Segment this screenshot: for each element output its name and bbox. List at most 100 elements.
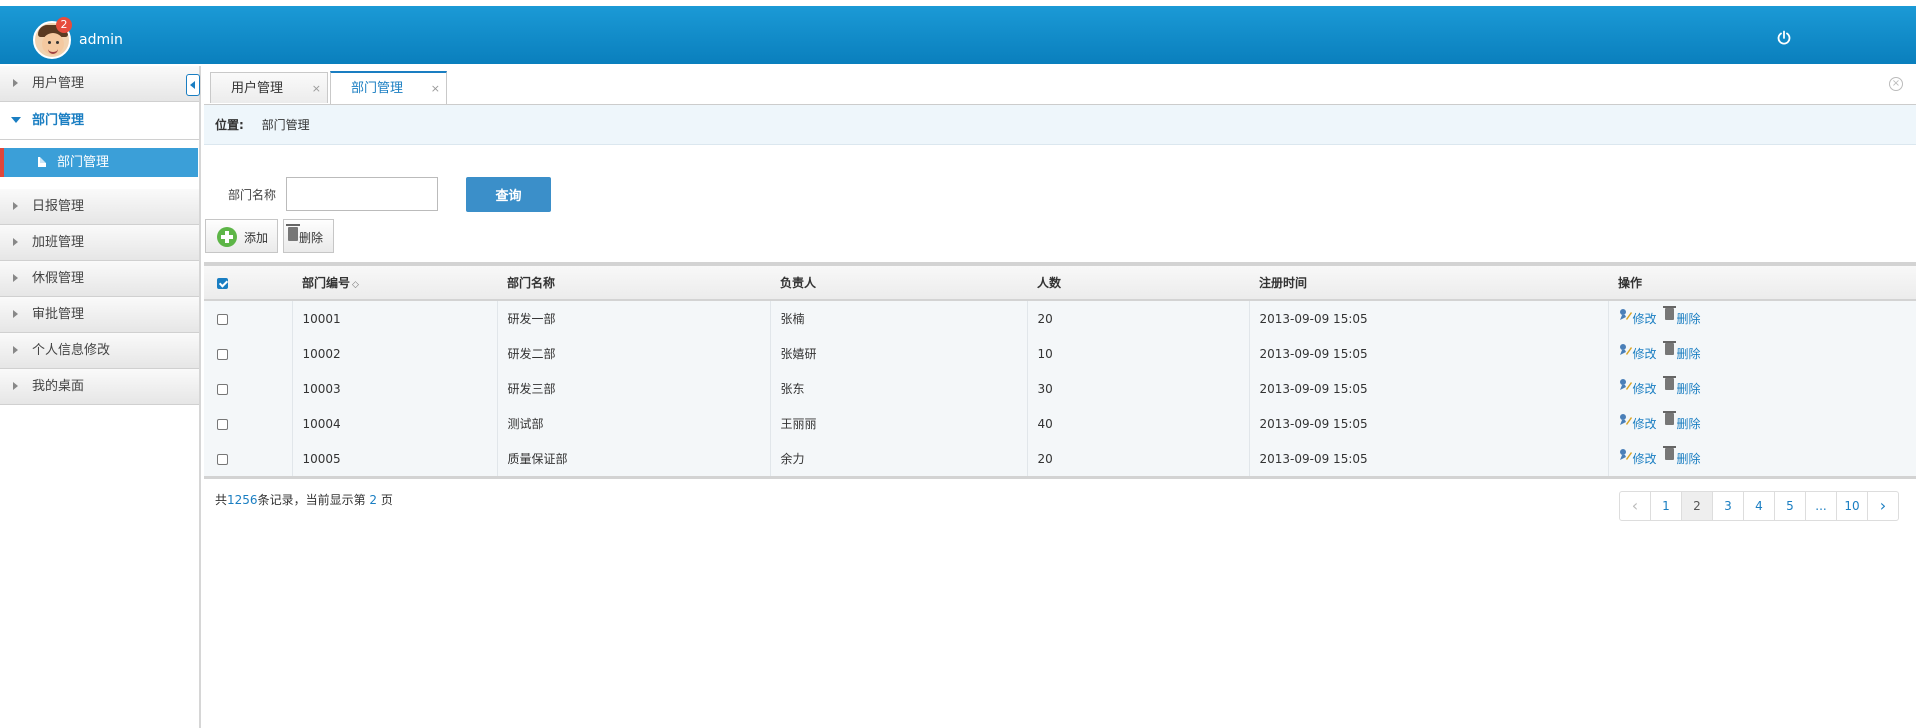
cell-registered: 2013-09-09 15:05 <box>1249 300 1609 336</box>
caret-down-icon <box>11 117 21 123</box>
close-all-tabs-icon[interactable]: × <box>1889 77 1903 91</box>
caret-right-icon <box>13 238 18 246</box>
cell-name: 研发一部 <box>497 300 771 336</box>
sidebar-item-leave[interactable]: 休假管理 <box>0 261 199 297</box>
query-button[interactable]: 查询 <box>466 177 551 212</box>
username-label[interactable]: admin <box>79 32 123 48</box>
next-page-button[interactable]: › <box>1867 491 1899 521</box>
sidebar-item-overtime[interactable]: 加班管理 <box>0 225 199 261</box>
sidebar-item-my-desktop[interactable]: 我的桌面 <box>0 369 199 405</box>
select-all-checkbox[interactable] <box>204 264 292 301</box>
edit-icon <box>1619 449 1632 460</box>
cell-leader: 张嬉研 <box>770 336 1028 371</box>
delete-link[interactable]: 删除 <box>1662 411 1701 431</box>
edit-link[interactable]: 修改 <box>1619 344 1657 361</box>
notification-badge: 2 <box>56 17 72 33</box>
caret-right-icon <box>13 79 18 87</box>
cell-count: 20 <box>1027 300 1250 336</box>
trash-icon <box>1662 411 1676 425</box>
pagination: ‹ 1 2 3 4 5... 10 › <box>1619 491 1899 521</box>
prev-page-button[interactable]: ‹ <box>1619 491 1651 521</box>
breadcrumb-label: 位置: <box>215 118 244 132</box>
sidebar-item-label: 部门管理 <box>32 113 85 128</box>
tab-department-management[interactable]: 部门管理 × <box>330 71 447 104</box>
column-header-action: 操作 <box>1608 264 1916 301</box>
plus-icon <box>217 227 237 247</box>
table-row: 10004 测试部 王丽丽 40 2013-09-09 15:05 修改 删除 <box>204 406 1916 441</box>
column-header-id[interactable]: 部门编号 ◇ <box>292 264 497 301</box>
edit-link[interactable]: 修改 <box>1619 379 1657 396</box>
add-button-label: 添加 <box>244 231 269 245</box>
edit-link[interactable]: 修改 <box>1619 309 1657 326</box>
edit-icon <box>1619 414 1632 425</box>
page-number-button[interactable]: ... <box>1805 491 1837 521</box>
cell-actions: 修改 删除 <box>1608 441 1916 478</box>
row-checkbox[interactable] <box>204 441 293 478</box>
cell-name: 测试部 <box>497 406 771 441</box>
trash-icon <box>1662 446 1676 460</box>
tab-label: 部门管理 <box>351 81 404 96</box>
trash-icon <box>286 224 300 241</box>
cell-registered: 2013-09-09 15:05 <box>1249 371 1609 406</box>
sidebar-collapse-button[interactable] <box>186 74 200 96</box>
sidebar-item-label: 用户管理 <box>32 76 85 91</box>
delete-link[interactable]: 删除 <box>1662 306 1701 326</box>
cell-registered: 2013-09-09 15:05 <box>1249 336 1609 371</box>
cell-leader: 王丽丽 <box>770 406 1028 441</box>
sidebar-subitem-department-management[interactable]: 部门管理 <box>0 148 198 177</box>
row-checkbox[interactable] <box>204 300 293 336</box>
edit-link[interactable]: 修改 <box>1619 414 1657 431</box>
caret-right-icon <box>13 310 18 318</box>
row-checkbox[interactable] <box>204 406 293 441</box>
table-row: 10003 研发三部 张东 30 2013-09-09 15:05 修改 删除 <box>204 371 1916 406</box>
delete-link[interactable]: 删除 <box>1662 446 1701 466</box>
sort-icon[interactable]: ◇ <box>352 280 359 290</box>
delete-button[interactable]: 删除 <box>283 219 334 253</box>
caret-right-icon <box>13 346 18 354</box>
add-button[interactable]: 添加 <box>205 219 278 253</box>
tab-user-management[interactable]: 用户管理 × <box>210 72 328 103</box>
tab-close-icon[interactable]: × <box>312 73 321 104</box>
department-name-label: 部门名称 <box>228 188 277 202</box>
cell-leader: 余力 <box>770 441 1028 478</box>
sidebar-item-label: 我的桌面 <box>32 379 85 394</box>
cell-count: 10 <box>1027 336 1250 371</box>
trash-icon <box>1662 306 1676 320</box>
row-checkbox[interactable] <box>204 336 293 371</box>
cell-count: 20 <box>1027 441 1250 478</box>
breadcrumb-current: 部门管理 <box>261 118 310 132</box>
sidebar-item-approval[interactable]: 审批管理 <box>0 297 199 333</box>
cell-id: 10003 <box>292 371 498 406</box>
cell-actions: 修改 删除 <box>1608 336 1916 371</box>
document-icon <box>38 157 46 167</box>
tab-close-icon[interactable]: × <box>431 73 440 104</box>
trash-icon <box>1662 376 1676 390</box>
sidebar-item-user-management[interactable]: 用户管理 <box>0 66 199 102</box>
row-checkbox[interactable] <box>204 371 293 406</box>
page-number-button[interactable]: 10 <box>1836 491 1868 521</box>
department-name-input[interactable] <box>286 177 438 211</box>
sidebar-item-daily-report[interactable]: 日报管理 <box>0 189 199 225</box>
page-number-button[interactable]: 1 <box>1650 491 1682 521</box>
page-number-button[interactable]: 4 <box>1743 491 1775 521</box>
edit-icon <box>1619 309 1632 320</box>
page-number-button[interactable]: 3 <box>1712 491 1744 521</box>
page-number-button[interactable]: 2 <box>1681 491 1713 521</box>
cell-id: 10001 <box>292 300 498 336</box>
cell-id: 10004 <box>292 406 498 441</box>
sidebar-subitem-label: 部门管理 <box>57 155 110 170</box>
edit-link[interactable]: 修改 <box>1619 449 1657 466</box>
tab-label: 用户管理 <box>231 81 284 96</box>
sidebar-item-department-management[interactable]: 部门管理 <box>0 102 199 140</box>
cell-registered: 2013-09-09 15:05 <box>1249 441 1609 478</box>
delete-link[interactable]: 删除 <box>1662 376 1701 396</box>
page-number-button[interactable]: 5 <box>1774 491 1806 521</box>
caret-right-icon <box>13 382 18 390</box>
delete-link[interactable]: 删除 <box>1662 341 1701 361</box>
cell-leader: 张楠 <box>770 300 1028 336</box>
sidebar-item-profile-edit[interactable]: 个人信息修改 <box>0 333 199 369</box>
power-icon[interactable] <box>1776 30 1792 46</box>
cell-actions: 修改 删除 <box>1608 300 1916 336</box>
sidebar-item-label: 日报管理 <box>32 199 85 214</box>
table-row: 10002 研发二部 张嬉研 10 2013-09-09 15:05 修改 删除 <box>204 336 1916 371</box>
